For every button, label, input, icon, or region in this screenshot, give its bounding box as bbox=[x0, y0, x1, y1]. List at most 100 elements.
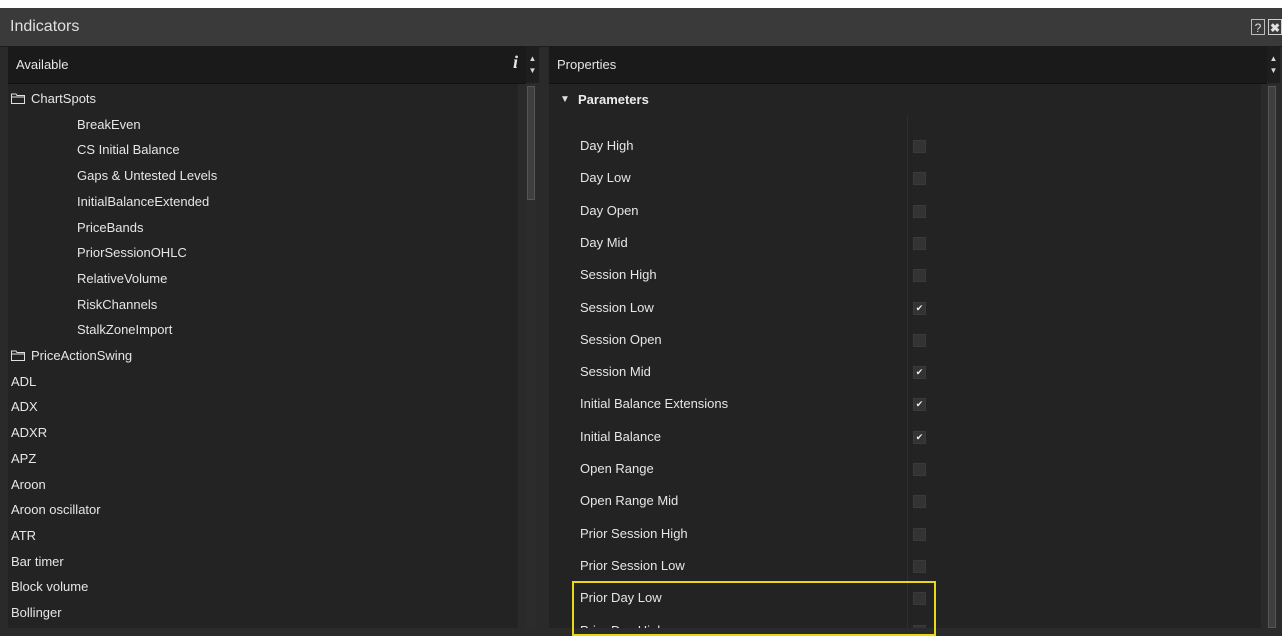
list-item[interactable]: ATR bbox=[8, 523, 518, 549]
list-item-label: ADL bbox=[11, 373, 37, 389]
window-title: Indicators bbox=[10, 18, 80, 35]
list-item[interactable]: CS Initial Balance bbox=[8, 137, 518, 163]
help-button[interactable]: ? bbox=[1251, 19, 1265, 35]
parameter-row[interactable]: Day High bbox=[549, 130, 1261, 162]
list-item[interactable]: PriceBands bbox=[8, 215, 518, 241]
parameter-row[interactable]: Initial Balance ✔ bbox=[549, 421, 1261, 453]
parameter-row[interactable]: Session Open bbox=[549, 324, 1261, 356]
list-item-label: InitialBalanceExtended bbox=[77, 193, 210, 209]
parameter-row[interactable]: Day Open bbox=[549, 195, 1261, 227]
available-scrollbar[interactable] bbox=[526, 84, 536, 628]
parameter-checkbox[interactable] bbox=[913, 172, 926, 186]
list-item-label: ADXR bbox=[11, 425, 48, 441]
scroll-down-arrow-icon[interactable]: ▼ bbox=[526, 66, 539, 75]
list-item[interactable]: ADX bbox=[8, 394, 518, 420]
checkmark-icon: ✔ bbox=[915, 399, 924, 410]
title-bar[interactable]: Indicators ? ✖ bbox=[0, 8, 1282, 47]
list-item[interactable]: Block volume bbox=[8, 574, 518, 600]
list-item[interactable]: RiskChannels bbox=[8, 292, 518, 318]
parameter-row[interactable]: Open Range bbox=[549, 453, 1261, 485]
parameter-row[interactable]: Open Range Mid bbox=[549, 485, 1261, 517]
list-item-label: Bollinger bbox=[11, 605, 62, 620]
list-item[interactable]: Bar timer bbox=[8, 549, 518, 575]
properties-scroll-spinner[interactable]: ▲ ▼ bbox=[1267, 46, 1280, 83]
parameter-checkbox[interactable]: ✔ bbox=[913, 301, 926, 315]
list-item[interactable]: ADXR bbox=[8, 420, 518, 446]
list-item-label: RiskChannels bbox=[77, 296, 158, 312]
checkmark-icon: ✔ bbox=[915, 367, 924, 378]
parameter-row[interactable]: Session High bbox=[549, 259, 1261, 291]
parameter-row[interactable]: Day Mid bbox=[549, 227, 1261, 259]
available-scroll-spinner[interactable]: ▲ ▼ bbox=[526, 46, 539, 83]
list-item-label: ChartSpots bbox=[31, 91, 97, 106]
parameter-checkbox[interactable] bbox=[913, 495, 926, 509]
list-item-label: PriceBands bbox=[77, 219, 144, 235]
parameter-row[interactable]: Prior Session Low bbox=[549, 550, 1261, 582]
parameter-checkbox[interactable]: ✔ bbox=[913, 366, 926, 380]
parameter-label: Day High bbox=[580, 138, 634, 153]
parameter-label: Initial Balance Extensions bbox=[580, 396, 729, 412]
list-item[interactable]: Bollinger bbox=[8, 600, 518, 626]
list-item-label: BreakEven bbox=[77, 116, 141, 132]
parameter-label: Open Range bbox=[580, 461, 654, 476]
parameter-label: Session Low bbox=[580, 299, 654, 315]
parameter-checkbox[interactable] bbox=[913, 269, 926, 283]
list-item[interactable]: Aroon oscillator bbox=[8, 497, 518, 523]
parameter-checkbox[interactable] bbox=[913, 527, 926, 541]
list-item-label: PriceActionSwing bbox=[31, 348, 133, 363]
scrollbar-thumb[interactable] bbox=[527, 86, 535, 200]
checkmark-icon: ✔ bbox=[915, 431, 924, 442]
parameter-checkbox[interactable] bbox=[913, 559, 926, 573]
parameters-section-header[interactable]: ▼ Parameters bbox=[549, 84, 1261, 116]
expand-triangle-icon[interactable]: ▼ bbox=[560, 94, 570, 105]
parameter-checkbox[interactable] bbox=[913, 333, 926, 347]
list-item[interactable]: PriorSessionOHLC bbox=[8, 240, 518, 266]
parameter-label: Day Low bbox=[580, 170, 631, 186]
close-button[interactable]: ✖ bbox=[1268, 19, 1282, 35]
parameter-row[interactable]: Session Low ✔ bbox=[549, 292, 1261, 324]
properties-header-label: Properties bbox=[557, 57, 617, 72]
parameter-row[interactable]: Session Mid ✔ bbox=[549, 356, 1261, 388]
list-item[interactable]: BreakEven bbox=[8, 112, 518, 138]
parameter-label: Day Mid bbox=[580, 234, 628, 250]
list-item-label: CS Initial Balance bbox=[77, 142, 180, 158]
list-item[interactable]: Aroon bbox=[8, 472, 518, 498]
list-item[interactable]: Gaps & Untested Levels bbox=[8, 163, 518, 189]
scroll-up-arrow-icon[interactable]: ▲ bbox=[1267, 54, 1280, 63]
list-item-label: APZ bbox=[11, 450, 37, 466]
parameter-checkbox[interactable] bbox=[913, 204, 926, 218]
parameter-label: Prior Session High bbox=[580, 525, 688, 541]
parameter-checkbox[interactable]: ✔ bbox=[913, 398, 926, 412]
list-item-label: PriorSessionOHLC bbox=[77, 245, 187, 261]
parameter-label: Prior Session Low bbox=[580, 557, 685, 573]
parameter-checkbox[interactable] bbox=[913, 236, 926, 250]
parameter-label: Session High bbox=[580, 267, 657, 283]
available-header-label: Available bbox=[16, 57, 69, 72]
list-item[interactable]: RelativeVolume bbox=[8, 266, 518, 292]
list-item[interactable]: APZ bbox=[8, 446, 518, 472]
list-item[interactable]: ADL bbox=[8, 369, 518, 395]
list-item[interactable]: StalkZoneImport bbox=[8, 317, 518, 343]
parameter-label: Session Mid bbox=[580, 364, 651, 380]
properties-scrollbar[interactable] bbox=[1267, 84, 1277, 628]
info-icon[interactable]: i bbox=[513, 52, 518, 73]
list-item-label: ADX bbox=[11, 399, 38, 415]
parameter-row[interactable]: Prior Session High bbox=[549, 518, 1261, 550]
properties-grid: ▼ Parameters Day High Day Low Day Open Day … bbox=[549, 84, 1261, 628]
folder-item[interactable]: PriceActionSwing bbox=[8, 343, 518, 369]
scroll-down-arrow-icon[interactable]: ▼ bbox=[1267, 66, 1280, 75]
parameter-checkbox[interactable]: ✔ bbox=[913, 430, 926, 444]
list-item-label: RelativeVolume bbox=[77, 270, 168, 286]
folder-icon bbox=[11, 350, 25, 361]
parameter-row[interactable]: Day Low bbox=[549, 162, 1261, 194]
scrollbar-thumb[interactable] bbox=[1268, 86, 1276, 628]
parameter-row[interactable]: Initial Balance Extensions ✔ bbox=[549, 388, 1261, 420]
scroll-up-arrow-icon[interactable]: ▲ bbox=[526, 54, 539, 63]
folder-icon bbox=[11, 93, 25, 104]
parameter-label: Initial Balance bbox=[580, 428, 661, 444]
parameter-checkbox[interactable] bbox=[913, 463, 926, 476]
list-item-label: Block volume bbox=[11, 579, 89, 595]
folder-item[interactable]: ChartSpots bbox=[8, 86, 518, 112]
list-item[interactable]: InitialBalanceExtended bbox=[8, 189, 518, 215]
parameter-checkbox[interactable] bbox=[913, 140, 926, 153]
